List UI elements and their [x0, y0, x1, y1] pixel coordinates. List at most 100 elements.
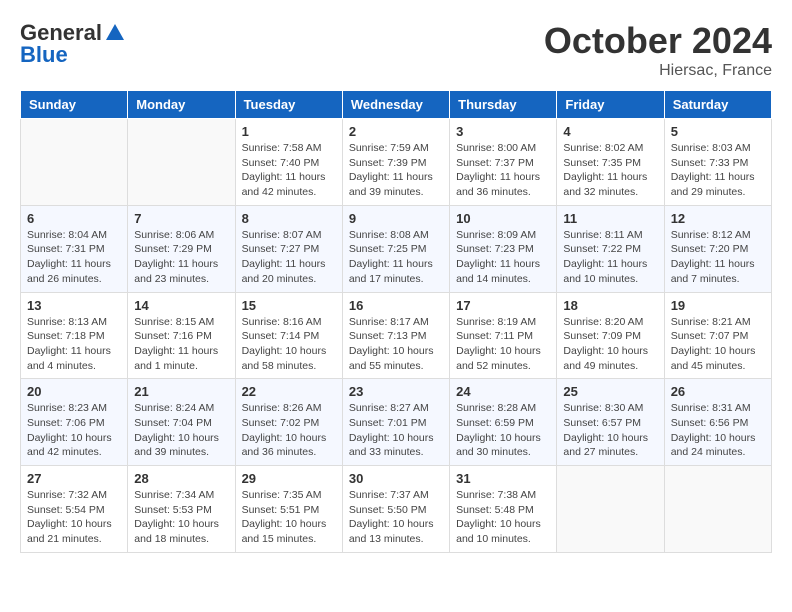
calendar-week-row: 13 Sunrise: 8:13 AMSunset: 7:18 PMDayligh…: [21, 292, 772, 379]
weekday-header: Tuesday: [235, 91, 342, 119]
calendar-cell: 22 Sunrise: 8:26 AMSunset: 7:02 PMDayligh…: [235, 379, 342, 466]
day-number: 13: [27, 298, 121, 313]
day-number: 15: [242, 298, 336, 313]
weekday-header: Sunday: [21, 91, 128, 119]
day-number: 29: [242, 471, 336, 486]
calendar-header-row: SundayMondayTuesdayWednesdayThursdayFrid…: [21, 91, 772, 119]
day-number: 20: [27, 384, 121, 399]
calendar-cell: 4 Sunrise: 8:02 AMSunset: 7:35 PMDaylight…: [557, 119, 664, 206]
calendar-cell: 15 Sunrise: 8:16 AMSunset: 7:14 PMDayligh…: [235, 292, 342, 379]
calendar-cell: 24 Sunrise: 8:28 AMSunset: 6:59 PMDayligh…: [450, 379, 557, 466]
day-info: Sunrise: 8:17 AMSunset: 7:13 PMDaylight:…: [349, 315, 443, 374]
calendar-week-row: 6Sunrise: 8:04 AMSunset: 7:31 PMDaylight…: [21, 205, 772, 292]
calendar-cell: 10 Sunrise: 8:09 AMSunset: 7:23 PMDayligh…: [450, 205, 557, 292]
day-info: Sunrise: 8:28 AMSunset: 6:59 PMDaylight:…: [456, 401, 550, 460]
day-info: Sunrise: 8:26 AMSunset: 7:02 PMDaylight:…: [242, 401, 336, 460]
day-info: Sunrise: 8:23 AMSunset: 7:06 PMDaylight:…: [27, 401, 121, 460]
calendar-cell: 13 Sunrise: 8:13 AMSunset: 7:18 PMDayligh…: [21, 292, 128, 379]
day-info: Sunrise: 8:24 AMSunset: 7:04 PMDaylight:…: [134, 401, 228, 460]
day-number: 3: [456, 124, 550, 139]
calendar-cell: 21 Sunrise: 8:24 AMSunset: 7:04 PMDayligh…: [128, 379, 235, 466]
day-number: 28: [134, 471, 228, 486]
day-number: 31: [456, 471, 550, 486]
calendar-cell: 27Sunrise: 7:32 AMSunset: 5:54 PMDayligh…: [21, 466, 128, 553]
calendar-cell: 14 Sunrise: 8:15 AMSunset: 7:16 PMDayligh…: [128, 292, 235, 379]
day-number: 9: [349, 211, 443, 226]
weekday-header: Monday: [128, 91, 235, 119]
day-number: 16: [349, 298, 443, 313]
day-info: Sunrise: 8:15 AMSunset: 7:16 PMDaylight:…: [134, 315, 228, 374]
day-info: Sunrise: 8:20 AMSunset: 7:09 PMDaylight:…: [563, 315, 657, 374]
calendar-cell: 11 Sunrise: 8:11 AMSunset: 7:22 PMDayligh…: [557, 205, 664, 292]
day-number: 30: [349, 471, 443, 486]
day-number: 6: [27, 211, 121, 226]
calendar-cell: 25 Sunrise: 8:30 AMSunset: 6:57 PMDayligh…: [557, 379, 664, 466]
calendar-cell: 29 Sunrise: 7:35 AMSunset: 5:51 PMDayligh…: [235, 466, 342, 553]
calendar-cell: [557, 466, 664, 553]
day-info: Sunrise: 8:07 AMSunset: 7:27 PMDaylight:…: [242, 228, 336, 287]
day-number: 26: [671, 384, 765, 399]
day-info: Sunrise: 8:02 AMSunset: 7:35 PMDaylight:…: [563, 141, 657, 200]
day-info: Sunrise: 8:03 AMSunset: 7:33 PMDaylight:…: [671, 141, 765, 200]
day-info: Sunrise: 7:38 AMSunset: 5:48 PMDaylight:…: [456, 488, 550, 547]
day-number: 23: [349, 384, 443, 399]
day-number: 12: [671, 211, 765, 226]
calendar-cell: 26 Sunrise: 8:31 AMSunset: 6:56 PMDayligh…: [664, 379, 771, 466]
day-number: 2: [349, 124, 443, 139]
calendar-cell: 17 Sunrise: 8:19 AMSunset: 7:11 PMDayligh…: [450, 292, 557, 379]
day-info: Sunrise: 8:31 AMSunset: 6:56 PMDaylight:…: [671, 401, 765, 460]
month-title: October 2024: [544, 20, 772, 62]
page-header: General Blue October 2024 Hiersac, Franc…: [20, 20, 772, 80]
calendar-cell: 5 Sunrise: 8:03 AMSunset: 7:33 PMDaylight…: [664, 119, 771, 206]
calendar-week-row: 20 Sunrise: 8:23 AMSunset: 7:06 PMDayligh…: [21, 379, 772, 466]
day-info: Sunrise: 8:30 AMSunset: 6:57 PMDaylight:…: [563, 401, 657, 460]
day-number: 27: [27, 471, 121, 486]
calendar-cell: 23 Sunrise: 8:27 AMSunset: 7:01 PMDayligh…: [342, 379, 449, 466]
calendar-cell: 31 Sunrise: 7:38 AMSunset: 5:48 PMDayligh…: [450, 466, 557, 553]
day-number: 4: [563, 124, 657, 139]
day-info: Sunrise: 8:21 AMSunset: 7:07 PMDaylight:…: [671, 315, 765, 374]
day-info: Sunrise: 8:06 AMSunset: 7:29 PMDaylight:…: [134, 228, 228, 287]
day-number: 19: [671, 298, 765, 313]
day-info: Sunrise: 7:34 AMSunset: 5:53 PMDaylight:…: [134, 488, 228, 547]
day-info: Sunrise: 8:16 AMSunset: 7:14 PMDaylight:…: [242, 315, 336, 374]
title-block: October 2024 Hiersac, France: [544, 20, 772, 80]
day-number: 24: [456, 384, 550, 399]
calendar-cell: 18Sunrise: 8:20 AMSunset: 7:09 PMDayligh…: [557, 292, 664, 379]
day-number: 1: [242, 124, 336, 139]
day-info: Sunrise: 8:00 AMSunset: 7:37 PMDaylight:…: [456, 141, 550, 200]
day-number: 8: [242, 211, 336, 226]
day-info: Sunrise: 7:35 AMSunset: 5:51 PMDaylight:…: [242, 488, 336, 547]
calendar-cell: 19 Sunrise: 8:21 AMSunset: 7:07 PMDayligh…: [664, 292, 771, 379]
calendar-week-row: 1 Sunrise: 7:58 AMSunset: 7:40 PMDaylight…: [21, 119, 772, 206]
weekday-header: Wednesday: [342, 91, 449, 119]
day-info: Sunrise: 8:11 AMSunset: 7:22 PMDaylight:…: [563, 228, 657, 287]
calendar-cell: 9 Sunrise: 8:08 AMSunset: 7:25 PMDaylight…: [342, 205, 449, 292]
day-number: 14: [134, 298, 228, 313]
logo: General Blue: [20, 20, 128, 68]
weekday-header: Friday: [557, 91, 664, 119]
calendar-week-row: 27Sunrise: 7:32 AMSunset: 5:54 PMDayligh…: [21, 466, 772, 553]
calendar-cell: 16 Sunrise: 8:17 AMSunset: 7:13 PMDayligh…: [342, 292, 449, 379]
day-info: Sunrise: 8:13 AMSunset: 7:18 PMDaylight:…: [27, 315, 121, 374]
calendar-cell: 20 Sunrise: 8:23 AMSunset: 7:06 PMDayligh…: [21, 379, 128, 466]
calendar-cell: [128, 119, 235, 206]
calendar-cell: 1 Sunrise: 7:58 AMSunset: 7:40 PMDaylight…: [235, 119, 342, 206]
day-info: Sunrise: 8:09 AMSunset: 7:23 PMDaylight:…: [456, 228, 550, 287]
calendar-cell: [21, 119, 128, 206]
day-number: 25: [563, 384, 657, 399]
day-number: 5: [671, 124, 765, 139]
location: Hiersac, France: [544, 62, 772, 80]
logo-blue: Blue: [20, 42, 68, 68]
day-number: 10: [456, 211, 550, 226]
day-info: Sunrise: 7:58 AMSunset: 7:40 PMDaylight:…: [242, 141, 336, 200]
day-info: Sunrise: 8:08 AMSunset: 7:25 PMDaylight:…: [349, 228, 443, 287]
day-info: Sunrise: 8:19 AMSunset: 7:11 PMDaylight:…: [456, 315, 550, 374]
day-number: 11: [563, 211, 657, 226]
day-number: 22: [242, 384, 336, 399]
day-number: 21: [134, 384, 228, 399]
day-info: Sunrise: 8:27 AMSunset: 7:01 PMDaylight:…: [349, 401, 443, 460]
calendar-cell: 12Sunrise: 8:12 AMSunset: 7:20 PMDayligh…: [664, 205, 771, 292]
weekday-header: Saturday: [664, 91, 771, 119]
day-number: 17: [456, 298, 550, 313]
